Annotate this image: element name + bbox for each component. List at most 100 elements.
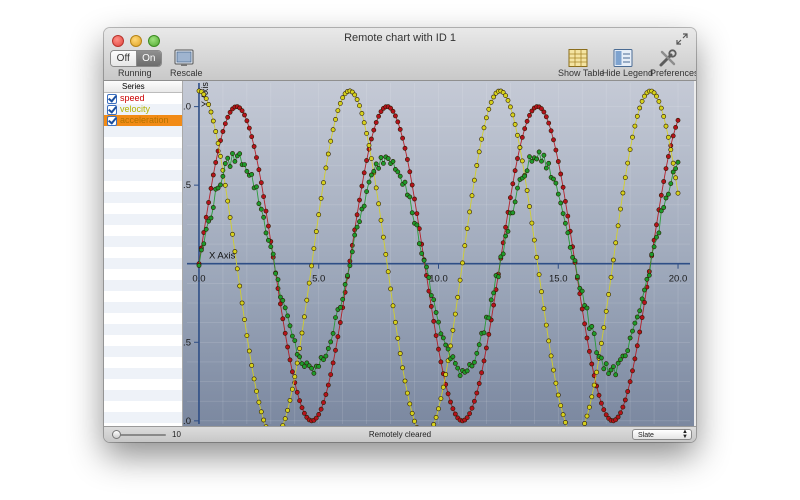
data-point-acceleration bbox=[512, 199, 518, 205]
data-point-speed bbox=[618, 410, 623, 416]
data-point-velocity bbox=[333, 117, 338, 122]
x-tick-label: 15.0 bbox=[549, 274, 568, 285]
series-checkbox[interactable] bbox=[107, 105, 117, 115]
data-point-speed bbox=[354, 212, 360, 218]
preferences-icon[interactable] bbox=[658, 49, 678, 67]
data-point-velocity bbox=[548, 353, 554, 359]
data-point-acceleration bbox=[280, 297, 286, 303]
show-table-icon[interactable] bbox=[568, 49, 588, 67]
data-point-acceleration bbox=[536, 149, 542, 155]
series-checkbox[interactable] bbox=[107, 116, 117, 126]
series-row-acceleration[interactable]: acceleration bbox=[104, 115, 182, 126]
data-point-acceleration bbox=[565, 230, 571, 236]
data-point-speed bbox=[589, 361, 595, 367]
data-point-acceleration bbox=[555, 191, 561, 197]
data-point-acceleration bbox=[330, 330, 336, 336]
data-point-velocity bbox=[505, 97, 511, 103]
data-point-velocity bbox=[457, 277, 463, 283]
data-point-velocity bbox=[620, 190, 626, 196]
hide-legend-icon[interactable] bbox=[613, 49, 633, 67]
data-point-speed bbox=[625, 389, 631, 394]
theme-select[interactable]: Slate ▲ ▼ bbox=[632, 429, 692, 440]
data-point-velocity bbox=[512, 122, 518, 127]
data-point-acceleration bbox=[357, 219, 362, 225]
data-point-acceleration bbox=[574, 274, 580, 279]
data-point-speed bbox=[402, 145, 408, 151]
data-point-speed bbox=[467, 411, 472, 416]
data-point-velocity bbox=[589, 394, 595, 400]
data-point-velocity bbox=[251, 376, 257, 382]
data-point-acceleration bbox=[481, 330, 487, 336]
data-point-acceleration bbox=[227, 164, 233, 169]
data-point-velocity bbox=[364, 131, 369, 136]
data-point-acceleration bbox=[198, 247, 204, 253]
data-point-acceleration bbox=[395, 169, 401, 175]
data-point-acceleration bbox=[222, 161, 228, 166]
data-point-velocity bbox=[412, 418, 417, 424]
data-point-speed bbox=[632, 356, 638, 362]
data-point-acceleration bbox=[668, 181, 674, 186]
data-point-acceleration bbox=[352, 232, 358, 238]
data-point-speed bbox=[445, 391, 451, 397]
data-point-speed bbox=[486, 331, 492, 337]
toggle-off-option[interactable]: Off bbox=[111, 51, 137, 66]
data-point-acceleration bbox=[261, 214, 266, 220]
data-point-acceleration bbox=[673, 166, 678, 171]
data-point-velocity bbox=[606, 291, 611, 297]
data-point-acceleration bbox=[208, 215, 214, 221]
status-text: Remotely cleared bbox=[368, 430, 432, 439]
data-point-acceleration bbox=[464, 368, 470, 374]
data-point-velocity bbox=[517, 145, 523, 150]
data-point-speed bbox=[285, 344, 290, 350]
data-point-speed bbox=[263, 208, 269, 214]
data-point-velocity bbox=[618, 206, 623, 212]
fullscreen-icon[interactable] bbox=[676, 33, 688, 45]
data-point-speed bbox=[323, 392, 329, 397]
series-checkbox[interactable] bbox=[107, 94, 117, 104]
data-point-velocity bbox=[558, 403, 564, 408]
data-point-speed bbox=[555, 159, 561, 164]
data-point-velocity bbox=[443, 372, 449, 377]
series-row-velocity[interactable]: velocity bbox=[104, 104, 182, 115]
data-point-speed bbox=[290, 369, 295, 375]
data-point-velocity bbox=[385, 269, 391, 275]
data-point-speed bbox=[371, 127, 377, 133]
data-point-velocity bbox=[218, 153, 223, 159]
rescale-label: Rescale bbox=[170, 68, 203, 78]
data-point-speed bbox=[390, 108, 396, 114]
data-point-velocity bbox=[515, 132, 520, 138]
data-point-acceleration bbox=[438, 331, 444, 337]
data-point-velocity bbox=[404, 390, 410, 396]
data-point-acceleration bbox=[409, 210, 415, 216]
data-point-velocity bbox=[383, 251, 389, 257]
data-point-acceleration bbox=[515, 185, 520, 191]
data-point-acceleration bbox=[376, 165, 381, 171]
data-point-velocity bbox=[510, 112, 516, 118]
data-point-velocity bbox=[242, 317, 247, 322]
data-point-acceleration bbox=[610, 364, 616, 369]
chart-plot-area[interactable]: 0.05.010.015.020.01.00.5-0.5-1.0X AxisY … bbox=[175, 81, 694, 439]
data-point-velocity bbox=[452, 311, 458, 317]
data-point-speed bbox=[404, 157, 410, 162]
data-point-velocity bbox=[460, 260, 465, 266]
data-point-acceleration bbox=[258, 206, 264, 212]
data-point-speed bbox=[586, 348, 592, 354]
data-point-velocity bbox=[531, 237, 537, 243]
toggle-on-option[interactable]: On bbox=[136, 51, 161, 66]
running-toggle[interactable]: Off On bbox=[110, 50, 162, 67]
data-point-speed bbox=[622, 397, 628, 403]
data-point-acceleration bbox=[342, 281, 348, 287]
data-point-speed bbox=[376, 113, 381, 119]
data-point-velocity bbox=[462, 243, 468, 249]
data-point-speed bbox=[395, 119, 401, 125]
data-point-speed bbox=[246, 125, 252, 131]
rescale-icon[interactable] bbox=[174, 49, 194, 67]
series-row-speed[interactable]: speed bbox=[104, 93, 182, 104]
data-point-speed bbox=[225, 114, 231, 120]
data-point-acceleration bbox=[421, 257, 427, 263]
data-point-velocity bbox=[637, 105, 643, 111]
series-column-header[interactable]: Series bbox=[104, 81, 182, 93]
chart-svg: 0.05.010.015.020.01.00.5-0.5-1.0X AxisY … bbox=[175, 82, 690, 439]
data-point-speed bbox=[431, 318, 437, 324]
data-point-speed bbox=[565, 213, 571, 219]
